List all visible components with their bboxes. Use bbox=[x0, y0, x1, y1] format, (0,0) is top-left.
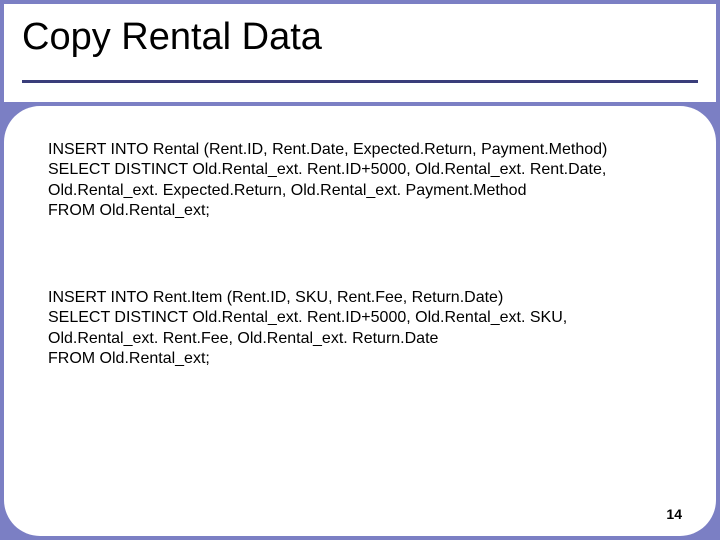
sql-line: FROM Old.Rental_ext; bbox=[48, 201, 672, 221]
sql-line: FROM Old.Rental_ext; bbox=[48, 349, 672, 369]
sql-line: INSERT INTO Rental (Rent.ID, Rent.Date, … bbox=[48, 140, 672, 160]
sql-line: INSERT INTO Rent.Item (Rent.ID, SKU, Ren… bbox=[48, 288, 672, 308]
body-area: INSERT INTO Rental (Rent.ID, Rent.Date, … bbox=[4, 106, 716, 536]
title-area: Copy Rental Data bbox=[4, 4, 716, 102]
page-number: 14 bbox=[666, 506, 682, 522]
title-underline bbox=[22, 80, 698, 83]
sql-line: Old.Rental_ext. Expected.Return, Old.Ren… bbox=[48, 181, 672, 201]
sql-line: SELECT DISTINCT Old.Rental_ext. Rent.ID+… bbox=[48, 308, 672, 328]
sql-block-1: INSERT INTO Rental (Rent.ID, Rent.Date, … bbox=[48, 140, 672, 222]
slide-title: Copy Rental Data bbox=[22, 16, 322, 59]
sql-line: Old.Rental_ext. Rent.Fee, Old.Rental_ext… bbox=[48, 329, 672, 349]
sql-line: SELECT DISTINCT Old.Rental_ext. Rent.ID+… bbox=[48, 160, 672, 180]
content: INSERT INTO Rental (Rent.ID, Rent.Date, … bbox=[48, 140, 672, 370]
sql-block-2: INSERT INTO Rent.Item (Rent.ID, SKU, Ren… bbox=[48, 288, 672, 370]
slide: Copy Rental Data INSERT INTO Rental (Ren… bbox=[0, 0, 720, 540]
